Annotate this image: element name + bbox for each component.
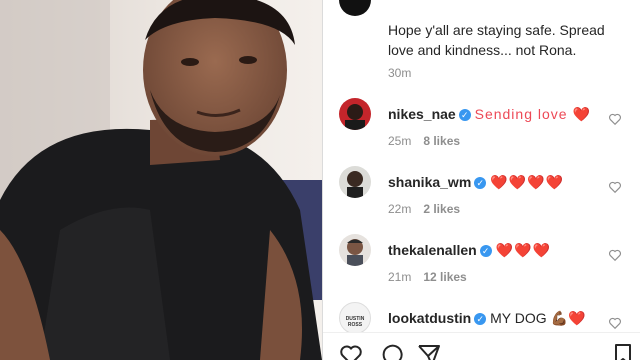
comment-text: MY DOG 💪🏾❤️ (490, 310, 586, 326)
comment-item: thekalenallen ✓ ❤️❤️❤️ 21m 12 likes (323, 234, 640, 296)
post-photo (0, 0, 322, 360)
comment-username[interactable]: lookatdustin (388, 310, 471, 326)
portrait-image (0, 0, 322, 360)
heart-outline-icon[interactable] (339, 343, 363, 360)
comment-username[interactable]: nikes_nae (388, 106, 456, 122)
verified-badge-icon: ✓ (479, 245, 492, 257)
avatar[interactable]: DUSTIN ROSS (339, 302, 371, 334)
comment-username[interactable]: thekalenallen (388, 242, 477, 258)
avatar[interactable] (339, 166, 371, 198)
heart-outline-icon[interactable] (608, 180, 622, 194)
share-paper-plane-icon[interactable] (417, 343, 441, 360)
comment-time[interactable]: 22m (388, 202, 411, 216)
comment-likes[interactable]: 2 likes (423, 202, 460, 216)
comment-item: nikes_nae ✓ Sending love ❤️ 25m 8 likes (323, 98, 640, 160)
comment-bubble-icon[interactable] (379, 343, 403, 360)
comment-text: Sending love ❤️ (474, 106, 591, 122)
verified-badge-icon: ✓ (474, 177, 487, 189)
bookmark-icon[interactable] (611, 343, 635, 360)
comment-time[interactable]: 25m (388, 134, 411, 148)
comment-likes[interactable]: 8 likes (423, 134, 460, 148)
verified-badge-icon: ✓ (474, 313, 487, 325)
comment-item: shanika_wm ✓ ❤️❤️❤️❤️ 22m 2 likes (323, 166, 640, 228)
post-action-bar (323, 332, 640, 360)
verified-badge-icon: ✓ (458, 109, 471, 121)
post-caption: Hope y'all are staying safe. Spread love… (388, 22, 605, 58)
avatar-text: DUSTIN ROSS (345, 316, 365, 328)
author-avatar[interactable] (339, 0, 371, 16)
comment-time[interactable]: 21m (388, 270, 411, 284)
comment-likes[interactable]: 12 likes (423, 270, 466, 284)
avatar[interactable] (339, 98, 371, 130)
comment-username[interactable]: shanika_wm (388, 174, 471, 190)
post-timestamp[interactable]: 30m (388, 66, 411, 80)
heart-outline-icon[interactable] (608, 112, 622, 126)
heart-outline-icon[interactable] (608, 316, 622, 330)
avatar[interactable] (339, 234, 371, 266)
comment-text: ❤️❤️❤️❤️ (490, 174, 564, 190)
comment-text: ❤️❤️❤️ (495, 242, 551, 258)
comments-panel: Hope y'all are staying safe. Spread love… (323, 0, 640, 360)
heart-outline-icon[interactable] (608, 248, 622, 262)
